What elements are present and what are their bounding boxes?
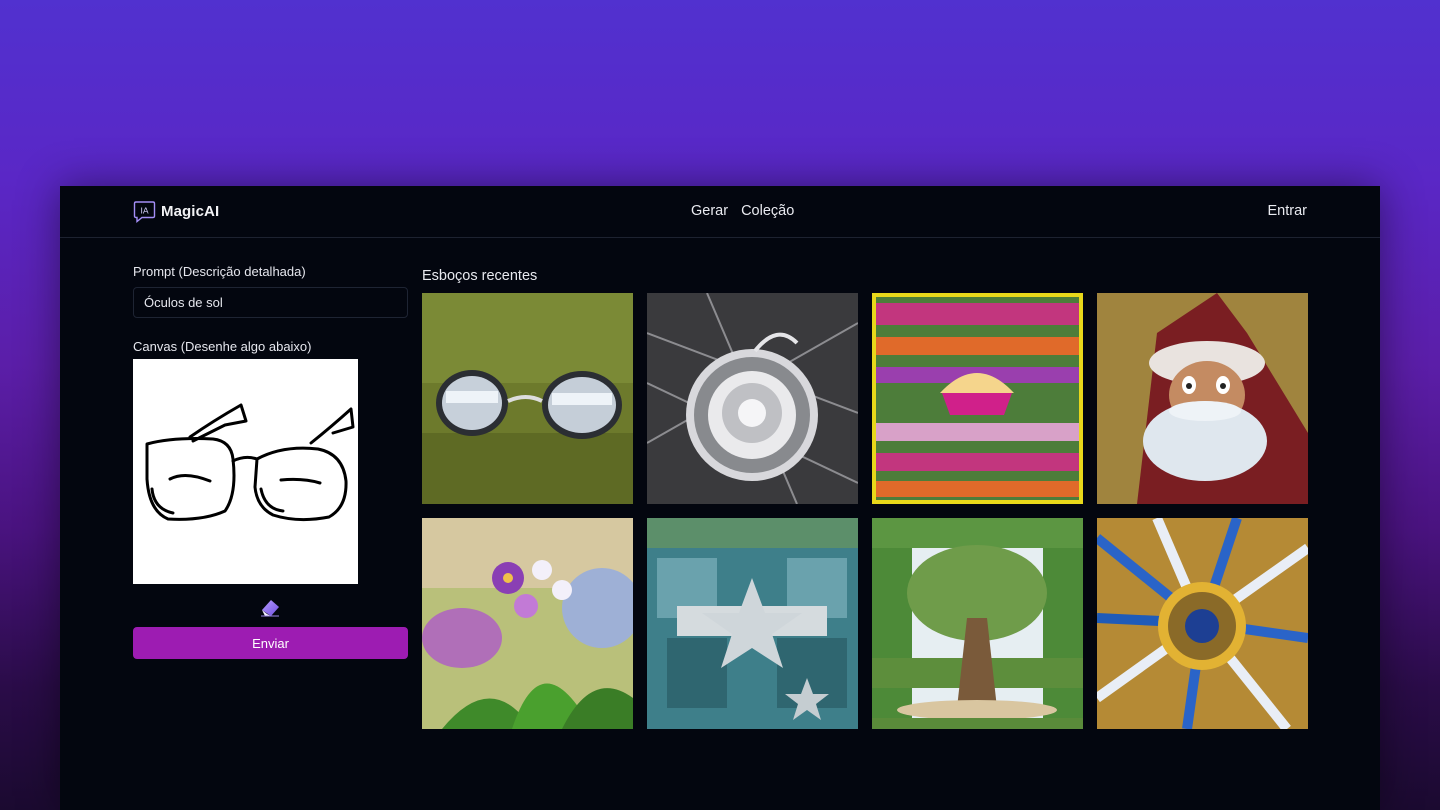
prompt-input[interactable]	[133, 287, 408, 318]
eraser-icon[interactable]	[258, 596, 282, 618]
gallery-image-flowers[interactable]	[422, 518, 633, 729]
svg-text:IA: IA	[140, 206, 148, 216]
gallery-image-tree-park[interactable]	[872, 518, 1083, 729]
gallery-image-cupcake-pattern[interactable]	[872, 293, 1083, 504]
gallery-image-sunglasses[interactable]	[422, 293, 633, 504]
sunglasses-sketch	[145, 403, 355, 522]
nav-link-colecao[interactable]: Coleção	[741, 203, 794, 219]
chat-bubble-logo-icon: IA	[133, 200, 156, 223]
logo[interactable]: IA MagicAI	[133, 200, 219, 223]
brand-name: MagicAI	[161, 203, 220, 220]
sketch-form: Prompt (Descrição detalhada) Canvas (Des…	[133, 264, 408, 659]
gallery-image-santa[interactable]	[1097, 293, 1308, 504]
submit-button[interactable]: Enviar	[133, 627, 408, 659]
login-link[interactable]: Entrar	[1268, 203, 1308, 219]
gallery-image-star-building[interactable]	[647, 518, 858, 729]
gallery-grid	[422, 293, 1308, 729]
canvas-label: Canvas (Desenhe algo abaixo)	[133, 339, 312, 354]
prompt-label: Prompt (Descrição detalhada)	[133, 264, 306, 279]
drawing-canvas[interactable]	[133, 359, 358, 584]
top-navbar: IA MagicAI Gerar Coleção Entrar	[60, 186, 1380, 238]
nav-link-gerar[interactable]: Gerar	[691, 203, 728, 219]
section-title: Esboços recentes	[422, 268, 538, 284]
gallery-image-sunburst[interactable]	[1097, 518, 1308, 729]
recent-sketches: Esboços recentes	[422, 268, 1308, 729]
gallery-image-silver-ornament[interactable]	[647, 293, 858, 504]
app-window: IA MagicAI Gerar Coleção Entrar Prompt (…	[60, 186, 1380, 810]
main-nav: Gerar Coleção	[691, 203, 794, 219]
